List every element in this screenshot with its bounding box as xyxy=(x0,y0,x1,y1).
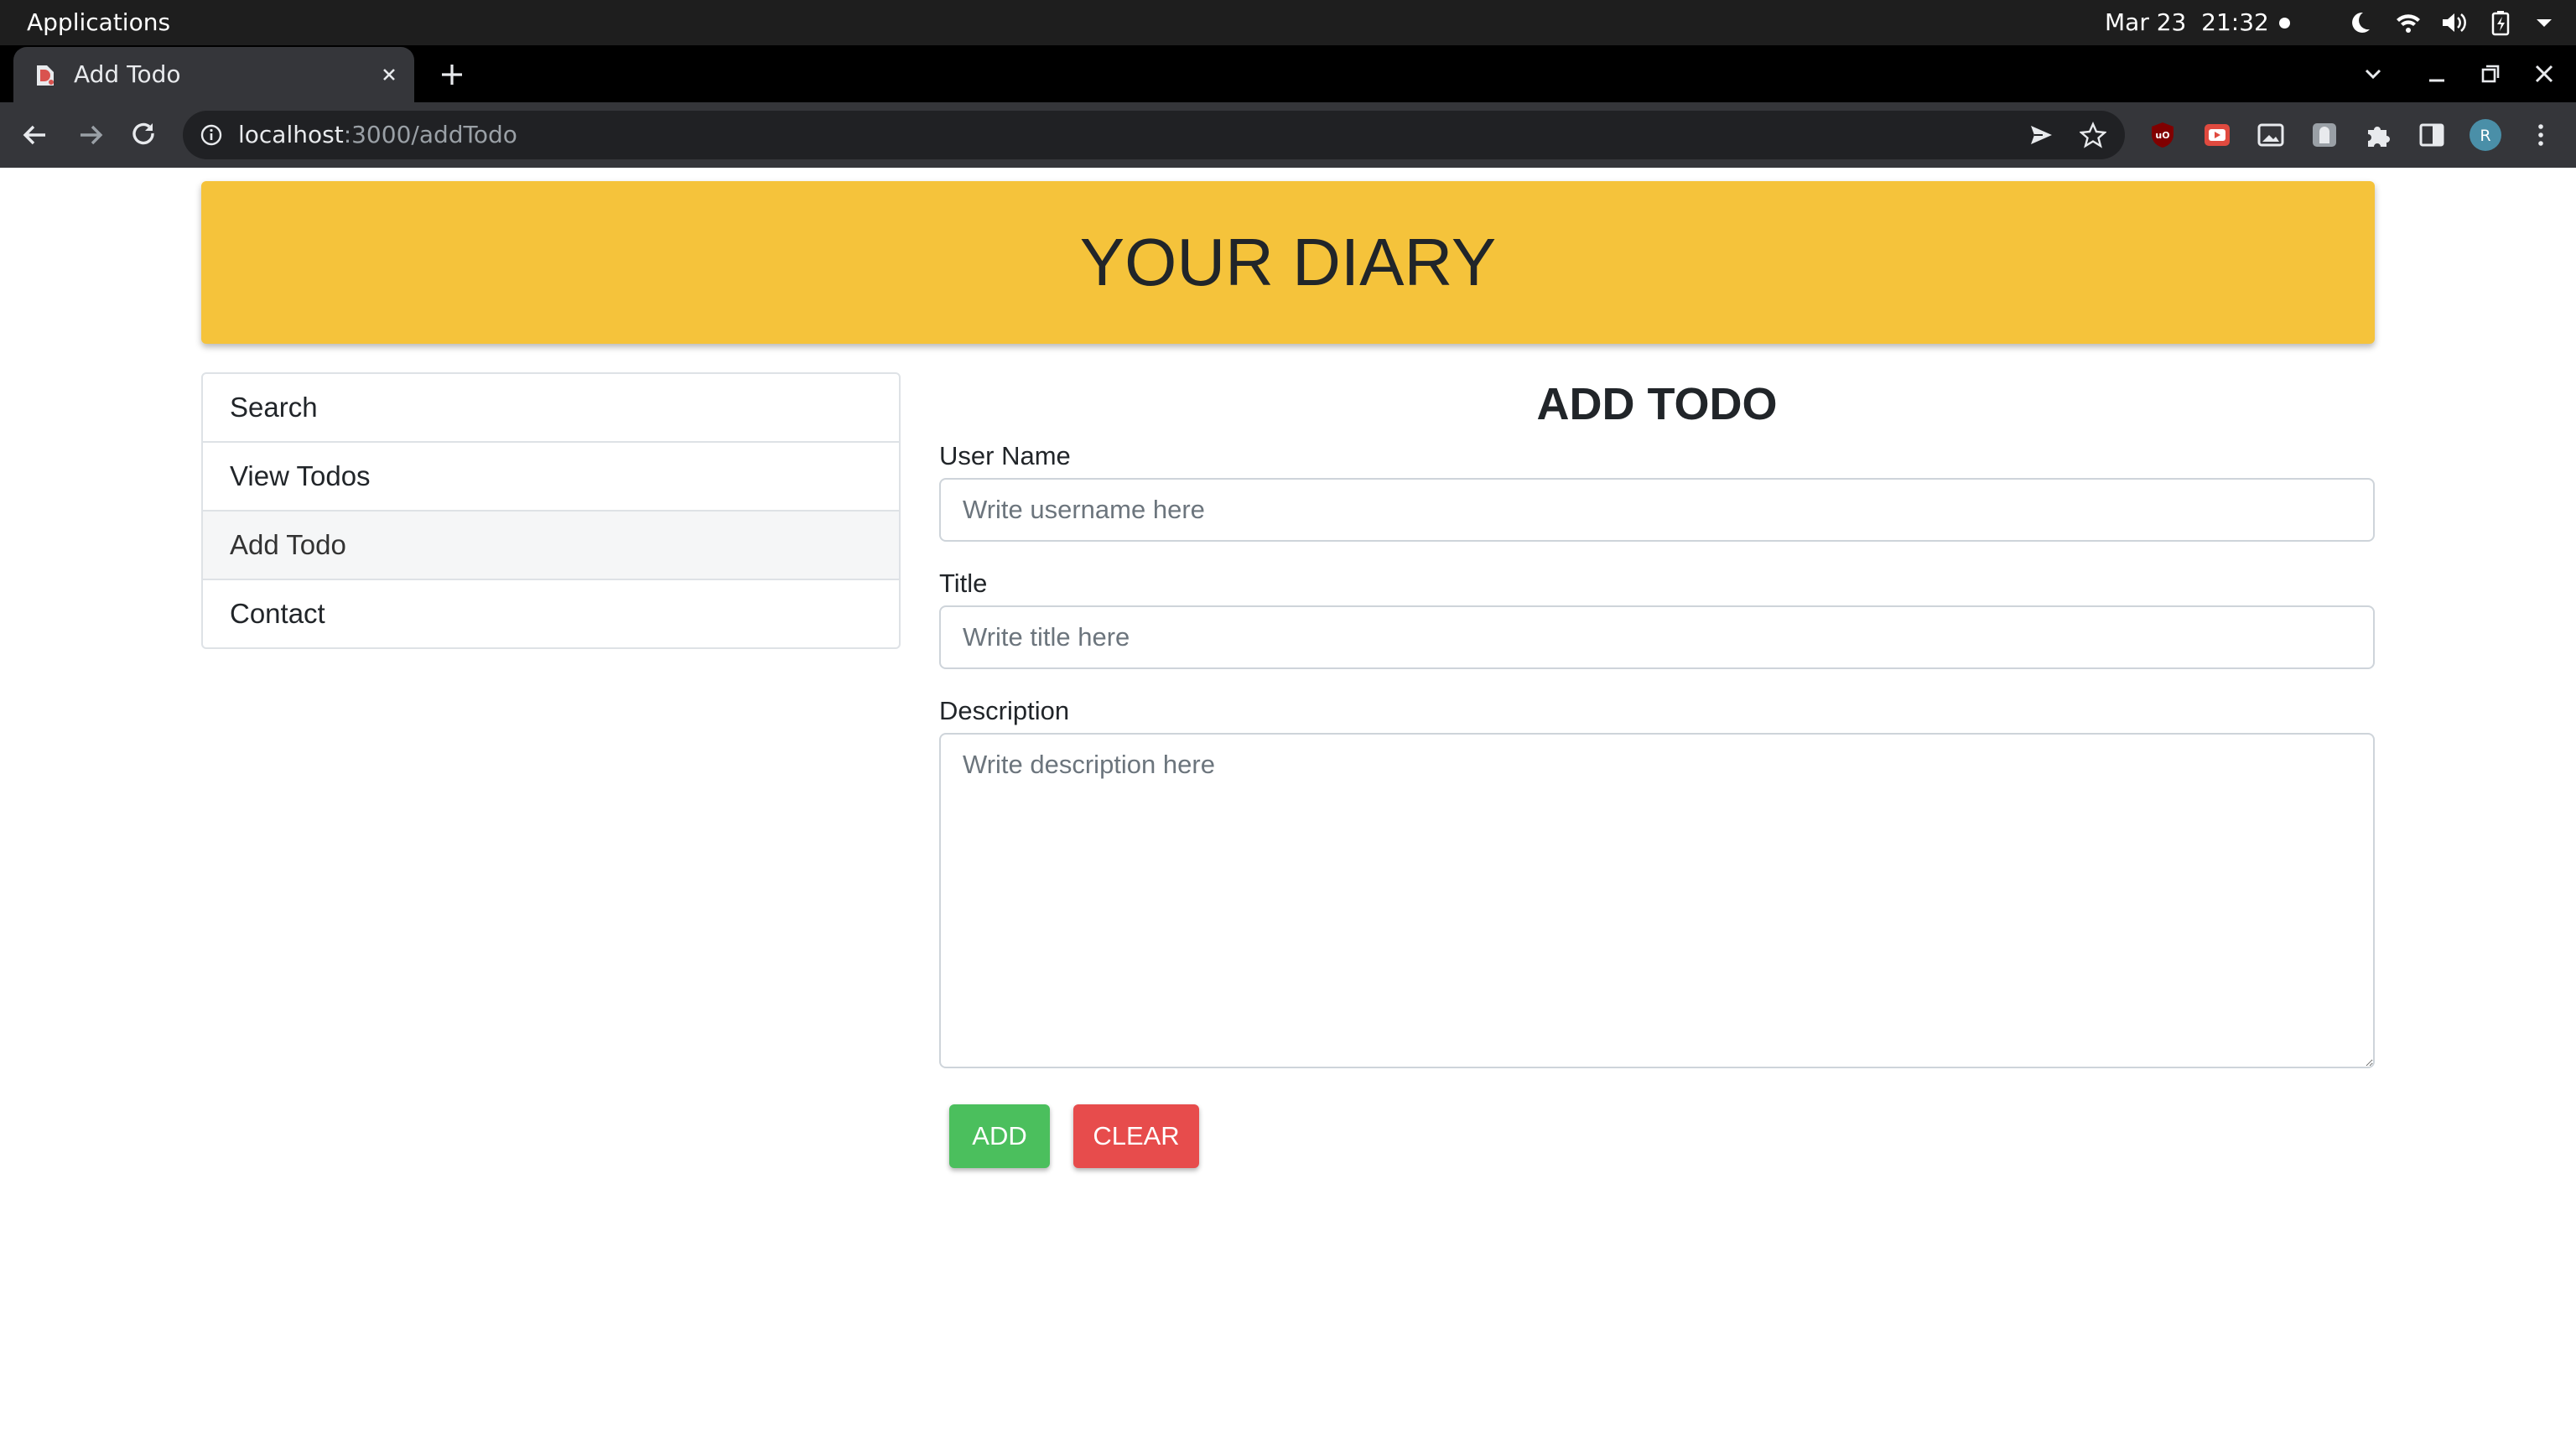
picture-in-picture-icon[interactable] xyxy=(2256,120,2286,150)
forward-arrow-icon[interactable] xyxy=(74,118,107,152)
tab-add-todo[interactable]: Add Todo xyxy=(13,47,414,102)
dark-reader-icon[interactable] xyxy=(2309,120,2340,150)
site-info-icon[interactable] xyxy=(200,123,223,147)
address-url: localhost:3000/addTodo xyxy=(238,111,517,159)
address-bar[interactable]: localhost:3000/addTodo xyxy=(183,111,2125,159)
svg-text:uO: uO xyxy=(2155,130,2169,141)
battery-icon[interactable] xyxy=(2487,9,2514,36)
restore-icon[interactable] xyxy=(2475,59,2506,89)
form-actions: ADD CLEAR xyxy=(939,1104,2375,1180)
new-tab-icon[interactable] xyxy=(438,60,466,89)
side-panel-icon[interactable] xyxy=(2417,120,2447,150)
system-top-bar: Applications Mar 23 21:32 xyxy=(0,0,2576,45)
description-label: Description xyxy=(939,696,1070,725)
system-clock[interactable]: Mar 23 21:32 xyxy=(2105,0,2269,45)
title-input[interactable] xyxy=(939,605,2375,669)
system-menu-chevron-icon[interactable] xyxy=(2531,9,2558,36)
add-todo-form: ADD TODO User Name Title Description ADD… xyxy=(939,372,2375,1180)
sidebar-item-add-todo[interactable]: Add Todo xyxy=(203,510,899,579)
browser-tab-strip: Add Todo xyxy=(0,45,2576,102)
night-light-icon[interactable] xyxy=(2346,9,2373,36)
send-tab-icon[interactable] xyxy=(2028,122,2054,148)
add-button[interactable]: ADD xyxy=(949,1104,1050,1168)
description-textarea[interactable] xyxy=(939,733,2375,1068)
username-label: User Name xyxy=(939,441,1071,470)
url-path: :3000/addTodo xyxy=(343,121,517,148)
sidebar-item-view-todos[interactable]: View Todos xyxy=(203,441,899,510)
volume-icon[interactable] xyxy=(2440,9,2467,36)
reload-icon[interactable] xyxy=(127,118,161,152)
username-input[interactable] xyxy=(939,478,2375,542)
applications-menu[interactable]: Applications xyxy=(27,0,170,45)
app-favicon-icon xyxy=(37,65,54,86)
sidebar-item-search[interactable]: Search xyxy=(203,374,899,441)
url-host: localhost xyxy=(238,121,344,148)
clear-button[interactable]: CLEAR xyxy=(1073,1104,1199,1168)
profile-avatar[interactable]: R xyxy=(2469,118,2502,152)
youtube-ext-icon[interactable] xyxy=(2202,120,2232,150)
back-arrow-icon[interactable] xyxy=(18,118,52,152)
wifi-icon[interactable] xyxy=(2395,9,2422,36)
avatar-letter: R xyxy=(2480,127,2490,145)
clock-time: 21:32 xyxy=(2201,8,2269,36)
clock-date: Mar 23 xyxy=(2105,8,2187,36)
sidebar-item-contact[interactable]: Contact xyxy=(203,579,899,647)
minimize-icon[interactable] xyxy=(2422,59,2452,89)
bookmark-star-icon[interactable] xyxy=(2080,122,2106,148)
form-title: ADD TODO xyxy=(1536,379,1778,429)
more-menu-icon[interactable] xyxy=(2526,120,2556,150)
title-label: Title xyxy=(939,569,988,598)
diary-banner: YOUR DIARY xyxy=(201,181,2375,344)
ublock-icon[interactable]: uO xyxy=(2148,120,2178,150)
page-content: YOUR DIARY Search View Todos Add Todo Co… xyxy=(0,168,2576,1449)
extensions-puzzle-icon[interactable] xyxy=(2363,120,2393,150)
tab-search-chevron-icon[interactable] xyxy=(2358,59,2388,89)
close-tab-icon[interactable] xyxy=(377,63,401,86)
sidebar-nav: Search View Todos Add Todo Contact xyxy=(201,372,901,649)
banner-title: YOUR DIARY xyxy=(1079,225,1497,299)
tab-title: Add Todo xyxy=(74,60,181,88)
close-window-icon[interactable] xyxy=(2529,59,2559,89)
notification-dot-icon xyxy=(2279,18,2290,29)
browser-toolbar: localhost:3000/addTodo uO R xyxy=(0,102,2576,168)
